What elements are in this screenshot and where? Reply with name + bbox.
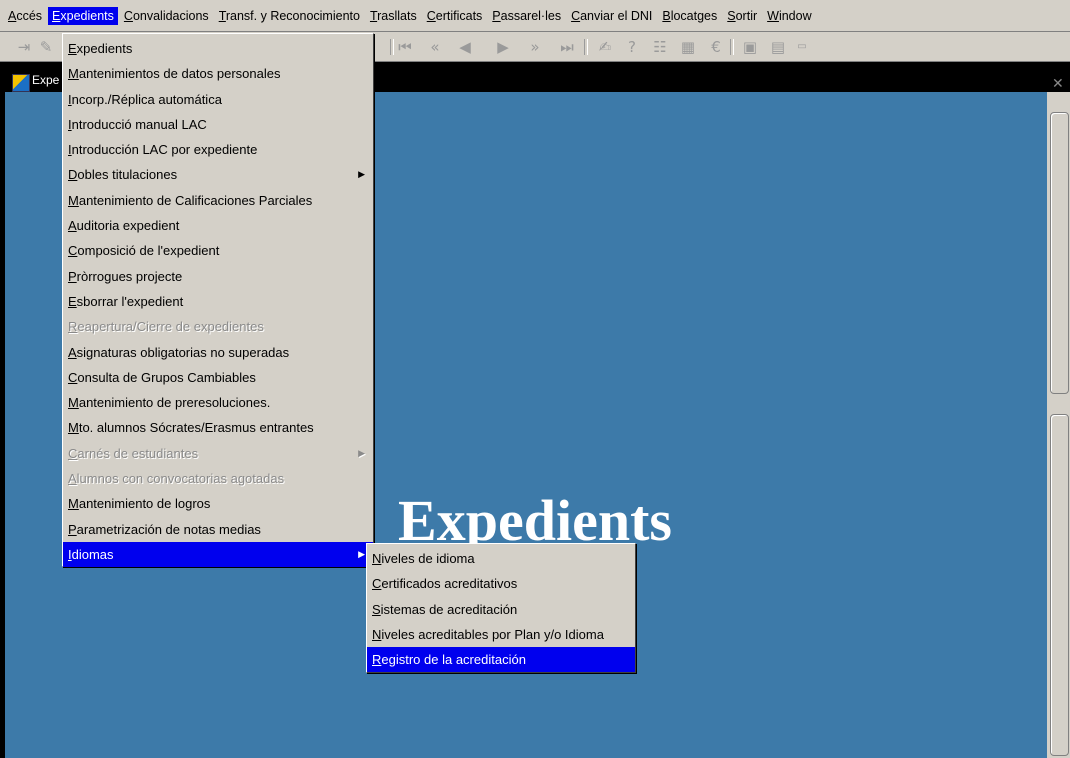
- menu-item-sistemas-de-acreditacion[interactable]: Sistemas de acreditación: [367, 597, 635, 622]
- menu-item-composicio-de-l-expedient[interactable]: Composició de l'expedient: [63, 238, 373, 263]
- menu-item-label: Certificados acreditativos: [372, 576, 518, 592]
- menu-item-dobles-titulaciones[interactable]: Dobles titulaciones ▶: [63, 162, 373, 187]
- menu-item-parametrizacion-de-notas-medias[interactable]: Parametrización de notas medias: [63, 517, 373, 542]
- menu-item-introduccion-lac-por-expediente[interactable]: Introducción LAC por expediente: [63, 137, 373, 162]
- menu-item-label: Mto. alumnos Sócrates/Erasmus entrantes: [68, 420, 314, 436]
- menu-item-incorp-replica-automatica[interactable]: Incorp./Réplica automática: [63, 87, 373, 112]
- menubar-item-transf-y-reconocimiento[interactable]: Transf. y Reconocimiento: [215, 7, 364, 25]
- menu-item-asignaturas-obligatorias-no-superadas[interactable]: Asignaturas obligatorias no superadas: [63, 340, 373, 365]
- close-icon[interactable]: ✕: [1052, 75, 1064, 92]
- menu-item-label: Asignaturas obligatorias no superadas: [68, 344, 290, 360]
- menu-item-label: Reapertura/Cierre de expedientes: [68, 319, 264, 335]
- menu-item-label: Esborrar l'expedient: [68, 293, 184, 309]
- menu-item-consulta-de-grupos-cambiables[interactable]: Consulta de Grupos Cambiables: [63, 365, 373, 390]
- side-panel-frame: [1050, 112, 1069, 394]
- menu-item-expedients[interactable]: Expedients: [63, 36, 373, 61]
- menu-item-label: Auditoria expedient: [68, 218, 180, 234]
- submenu-arrow-icon: ▶: [358, 548, 365, 559]
- next-record-icon[interactable]: ▶: [493, 37, 513, 57]
- exit-icon[interactable]: ⇥: [14, 37, 34, 57]
- menu-item-label: Composició de l'expedient: [68, 243, 220, 259]
- menu-item-reapertura-cierre-de-expedientes: Reapertura/Cierre de expedientes: [63, 314, 373, 339]
- side-panel: [1047, 92, 1070, 758]
- submenu-arrow-icon: ▶: [358, 447, 365, 458]
- next-block-icon[interactable]: »: [525, 37, 545, 57]
- menu-item-mto-alumnos-socrates-erasmus-entrantes[interactable]: Mto. alumnos Sócrates/Erasmus entrantes: [63, 415, 373, 440]
- edit-pencil-icon[interactable]: ✍: [595, 37, 615, 57]
- menubar-item-certificats[interactable]: Certificats: [423, 7, 487, 25]
- menubar-item-acces[interactable]: Accés: [4, 7, 46, 25]
- print-icon[interactable]: ▤: [768, 37, 788, 57]
- window-title: Expe: [32, 73, 60, 87]
- menu-item-label: Alumnos con convocatorias agotadas: [68, 471, 285, 487]
- first-record-icon[interactable]: ⏮: [395, 37, 415, 57]
- menu-item-mantenimiento-de-preresoluciones[interactable]: Mantenimiento de preresoluciones.: [63, 390, 373, 415]
- menu-item-label: Dobles titulaciones: [68, 167, 178, 183]
- menu-item-prorrogues-projecte[interactable]: Pròrrogues projecte: [63, 264, 373, 289]
- previous-block-icon[interactable]: «: [425, 37, 445, 57]
- menu-item-mantenimientos-de-datos-personales[interactable]: Mantenimientos de datos personales: [63, 61, 373, 86]
- menu-item-label: Niveles acreditables por Plan y/o Idioma: [372, 626, 604, 642]
- menu-item-label: Mantenimientos de datos personales: [68, 66, 281, 82]
- menu-item-label: Mantenimiento de preresoluciones.: [68, 395, 271, 411]
- menu-item-mantenimiento-de-calificaciones-parciales[interactable]: Mantenimiento de Calificaciones Parciale…: [63, 188, 373, 213]
- menubar-item-canviar-el-dni[interactable]: Canviar el DNI: [567, 7, 656, 25]
- idiomas-submenu: Niveles de idioma Certificados acreditati…: [366, 543, 636, 673]
- submenu-arrow-icon: ▶: [358, 169, 365, 180]
- menu-item-mantenimiento-de-logros[interactable]: Mantenimiento de logros: [63, 491, 373, 516]
- calendar-icon[interactable]: ▦: [678, 37, 698, 57]
- side-panel-frame: [1050, 414, 1069, 756]
- menu-item-label: Consulta de Grupos Cambiables: [68, 369, 256, 385]
- menu-item-label: Pròrrogues projecte: [68, 268, 183, 284]
- toolbar-separator: [390, 39, 394, 55]
- menu-item-label: Mantenimiento de logros: [68, 496, 211, 512]
- menu-item-label: Incorp./Réplica automática: [68, 91, 222, 107]
- menu-item-carnes-de-estudiantes: Carnés de estudiantes ▶: [63, 441, 373, 466]
- more-icon[interactable]: ▭: [792, 37, 812, 57]
- menu-item-niveles-de-idioma[interactable]: Niveles de idioma: [367, 546, 635, 571]
- menu-item-label: Mantenimiento de Calificaciones Parciale…: [68, 192, 313, 208]
- menubar-item-expedients[interactable]: Expedients: [48, 6, 118, 25]
- menu-item-niveles-acreditables-por-plan-y-o-idioma[interactable]: Niveles acreditables por Plan y/o Idioma: [367, 622, 635, 647]
- toolbar-separator: [584, 39, 588, 55]
- save-icon[interactable]: ▣: [740, 37, 760, 57]
- menubar-item-window[interactable]: Window: [763, 7, 815, 25]
- menubar-item-sortir[interactable]: Sortir: [723, 7, 761, 25]
- menu-item-label: Idiomas: [68, 546, 114, 562]
- toolbar-separator: [730, 39, 734, 55]
- menu-item-label: Niveles de idioma: [372, 551, 475, 566]
- menu-item-certificados-acreditativos[interactable]: Certificados acreditativos: [367, 571, 635, 596]
- menu-item-label: Expedients: [68, 41, 133, 56]
- menu-item-idiomas[interactable]: Idiomas ▶: [63, 541, 373, 568]
- menu-item-registro-de-la-acreditacion[interactable]: Registro de la acreditación: [367, 647, 635, 673]
- menu-item-label: Sistemas de acreditación: [372, 601, 518, 617]
- menu-item-esborrar-l-expedient[interactable]: Esborrar l'expedient: [63, 289, 373, 314]
- menu-item-label: Carnés de estudiantes: [68, 445, 199, 461]
- menu-item-label: Introducció manual LAC: [68, 116, 207, 132]
- menubar-item-passarel-les[interactable]: Passarel·les: [488, 7, 565, 25]
- edit-icon[interactable]: ✎: [36, 37, 56, 57]
- form-icon: [12, 74, 30, 92]
- last-record-icon[interactable]: ⏭: [557, 37, 577, 57]
- menubar-item-trasllats[interactable]: Trasllats: [366, 7, 421, 25]
- menu-item-alumnos-con-convocatorias-agotadas: Alumnos con convocatorias agotadas: [63, 466, 373, 491]
- euro-icon[interactable]: €: [706, 37, 726, 57]
- help-icon[interactable]: ?: [622, 37, 642, 57]
- expedients-menu: Expedients Mantenimientos de datos person…: [62, 33, 374, 568]
- menubar-item-blocatges[interactable]: Blocatges: [658, 7, 721, 25]
- menu-item-label: Registro de la acreditación: [372, 652, 526, 668]
- query-icon[interactable]: ☷: [650, 37, 670, 57]
- menubar-item-convalidacions[interactable]: Convalidacions: [120, 7, 213, 25]
- menu-item-label: Parametrización de notas medias: [68, 521, 261, 537]
- menu-bar: Accés Expedients Convalidacions Transf. y R…: [0, 0, 1070, 32]
- previous-record-icon[interactable]: ◀: [455, 37, 475, 57]
- menu-item-auditoria-expedient[interactable]: Auditoria expedient: [63, 213, 373, 238]
- menu-item-introduccio-manual-lac[interactable]: Introducció manual LAC: [63, 112, 373, 137]
- menu-item-label: Introducción LAC por expediente: [68, 142, 258, 158]
